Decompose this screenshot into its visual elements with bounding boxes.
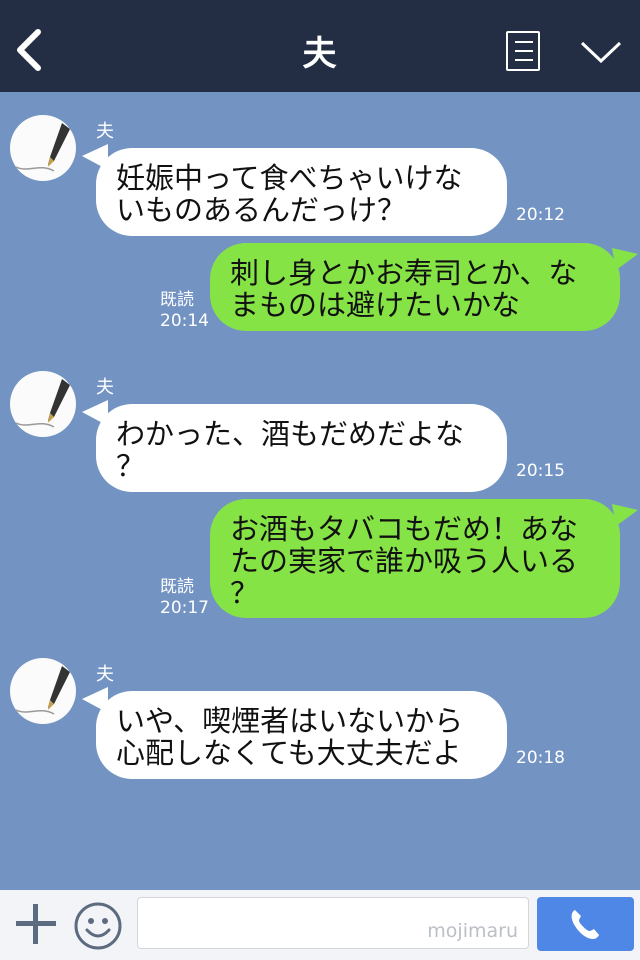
- call-button[interactable]: [537, 897, 634, 951]
- message-time: 20:12: [516, 205, 565, 225]
- message-bubble[interactable]: 刺し身とかお寿司とか、な まものは避けたいかな: [210, 243, 620, 331]
- message-time: 20:17: [160, 598, 209, 618]
- message-bubble[interactable]: わかった、酒もだめだよな ？: [96, 404, 507, 492]
- fountain-pen-icon: [15, 379, 70, 428]
- smiley-icon: [74, 902, 122, 950]
- read-receipt: 既読: [160, 577, 194, 597]
- chat-title: 夫: [302, 34, 338, 74]
- avatar[interactable]: [10, 115, 76, 181]
- chevron-down-icon: [580, 41, 622, 64]
- avatar[interactable]: [10, 658, 76, 724]
- phone-icon: [571, 910, 599, 939]
- emoji-button[interactable]: [72, 900, 124, 952]
- watermark-text: mojimaru: [427, 920, 518, 942]
- menu-button[interactable]: [506, 31, 540, 71]
- message-time: 20:18: [516, 748, 565, 768]
- message-bubble[interactable]: お酒もタバコもだめ！あな たの実家で誰か吸う人いる ？: [210, 499, 620, 618]
- message-input[interactable]: mojimaru: [137, 897, 529, 949]
- sender-name: 夫: [96, 664, 114, 685]
- read-receipt: 既読: [160, 290, 194, 310]
- list-icon-line: [515, 59, 533, 61]
- add-button[interactable]: [14, 902, 58, 946]
- bubble-tail: [612, 248, 638, 270]
- collapse-button[interactable]: [580, 40, 622, 64]
- bubble-tail: [612, 504, 638, 526]
- message-time: 20:14: [160, 311, 209, 331]
- fountain-pen-icon: [15, 666, 70, 715]
- fountain-pen-icon: [15, 123, 70, 172]
- list-icon-line: [515, 50, 533, 52]
- sender-name: 夫: [96, 377, 114, 398]
- message-time: 20:15: [516, 461, 565, 481]
- plus-icon: [16, 904, 56, 944]
- message-bubble[interactable]: いや、喫煙者はいないから 心配しなくても大丈夫だよ: [96, 691, 507, 779]
- sender-name: 夫: [96, 121, 114, 142]
- message-bubble[interactable]: 妊娠中って食べちゃいけな いものあるんだっけ？: [96, 148, 507, 236]
- list-icon-line: [515, 41, 533, 43]
- avatar[interactable]: [10, 371, 76, 437]
- chat-header: 夫: [0, 0, 640, 92]
